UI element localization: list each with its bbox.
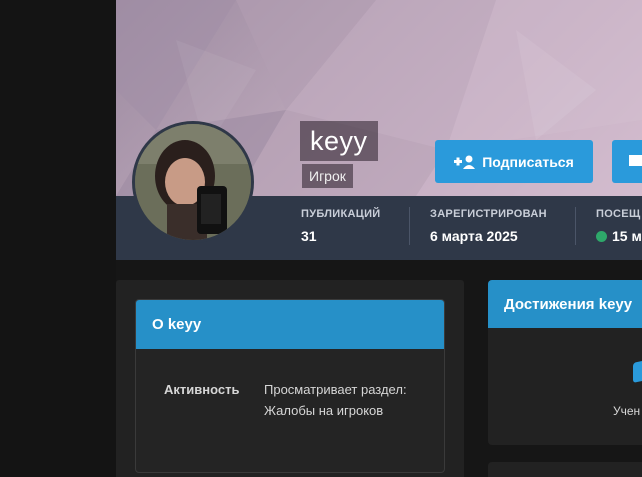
achievements-title: Достижения keyy: [504, 295, 633, 313]
avatar[interactable]: [132, 121, 254, 243]
online-dot-icon: [596, 230, 607, 242]
about-row-activity: Активность Просматривает раздел: Жалобы …: [164, 382, 434, 421]
stat-publications: ПУБЛИКАЦИЙ 31: [301, 208, 381, 244]
about-title: О keyy: [152, 316, 202, 333]
about-row-key: Активность: [164, 382, 240, 397]
stat-last-visit: ПОСЕЩ 15 ми: [596, 208, 642, 244]
left-sidebar-strip: [0, 0, 116, 477]
username: keyy: [310, 125, 368, 156]
user-role-badge: Игрок: [302, 164, 353, 188]
user-role: Игрок: [309, 168, 346, 184]
achievement-label: Учен: [613, 404, 641, 418]
achievements-panel: Достижения keyy: [488, 280, 642, 445]
user-plus-icon: [454, 155, 476, 169]
follow-button[interactable]: Подписаться: [435, 140, 593, 183]
username-label: keyy: [300, 121, 378, 161]
message-button[interactable]: [612, 140, 642, 183]
achievement-icon[interactable]: [633, 359, 642, 383]
last-visit-value: 15 ми: [612, 228, 642, 244]
stat-registered: ЗАРЕГИСТРИРОВАН 6 марта 2025: [430, 208, 547, 244]
stat-divider: [575, 207, 576, 245]
secondary-panel: [488, 462, 642, 477]
about-row-value[interactable]: Просматривает раздел: Жалобы на игроков: [264, 379, 414, 421]
about-header: О keyy: [136, 300, 444, 349]
stat-divider: [409, 207, 410, 245]
achievements-header[interactable]: Достижения keyy: [488, 280, 642, 328]
follow-button-label: Подписаться: [482, 153, 574, 170]
about-card: О keyy Активность Просматривает раздел: …: [135, 299, 445, 473]
envelope-icon: [629, 155, 642, 166]
